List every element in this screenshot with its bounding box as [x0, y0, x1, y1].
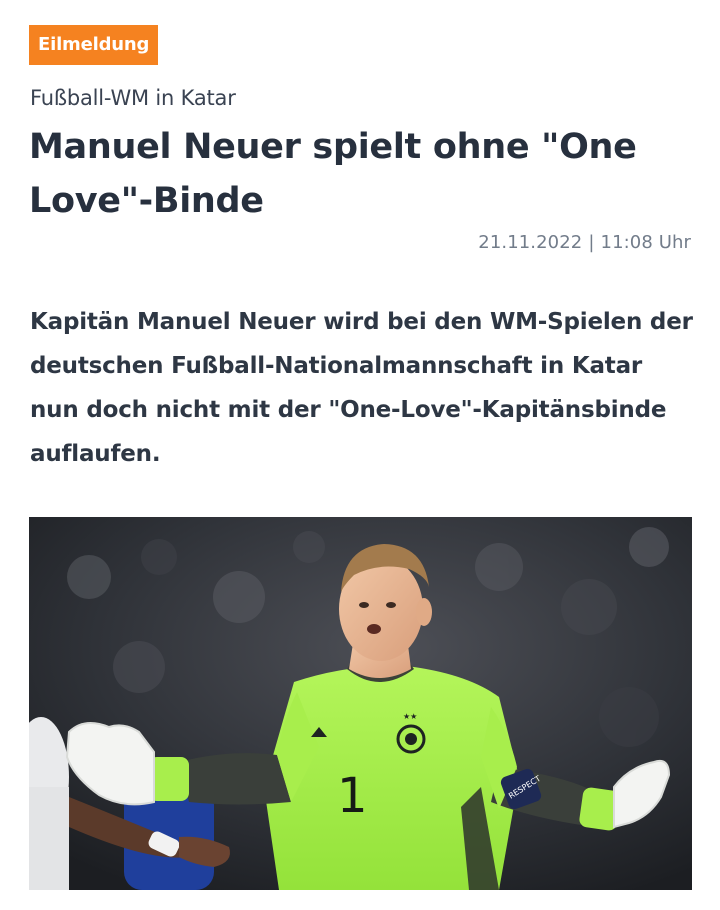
article-photo[interactable]: RESPECT ★★ 1 [29, 517, 692, 890]
article-meta: 21.11.2022 | 11:08 Uhr [478, 232, 691, 253]
breaking-news-badge: Eilmeldung [29, 25, 159, 65]
jersey-number: 1 [337, 768, 368, 824]
article-kicker[interactable]: Fußball-WM in Katar [30, 86, 236, 110]
goalkeeper-illustration: RESPECT ★★ 1 [29, 517, 692, 890]
svg-text:★★: ★★ [403, 712, 417, 721]
meta-separator: | [588, 232, 595, 253]
article-lead: Kapitän Manuel Neuer wird bei den WM-Spi… [30, 309, 693, 467]
article-headline[interactable]: Manuel Neuer spielt ohne "One Love"-Bind… [29, 120, 689, 228]
publish-date: 21.11.2022 [478, 232, 583, 253]
publish-time: 11:08 Uhr [600, 232, 691, 253]
